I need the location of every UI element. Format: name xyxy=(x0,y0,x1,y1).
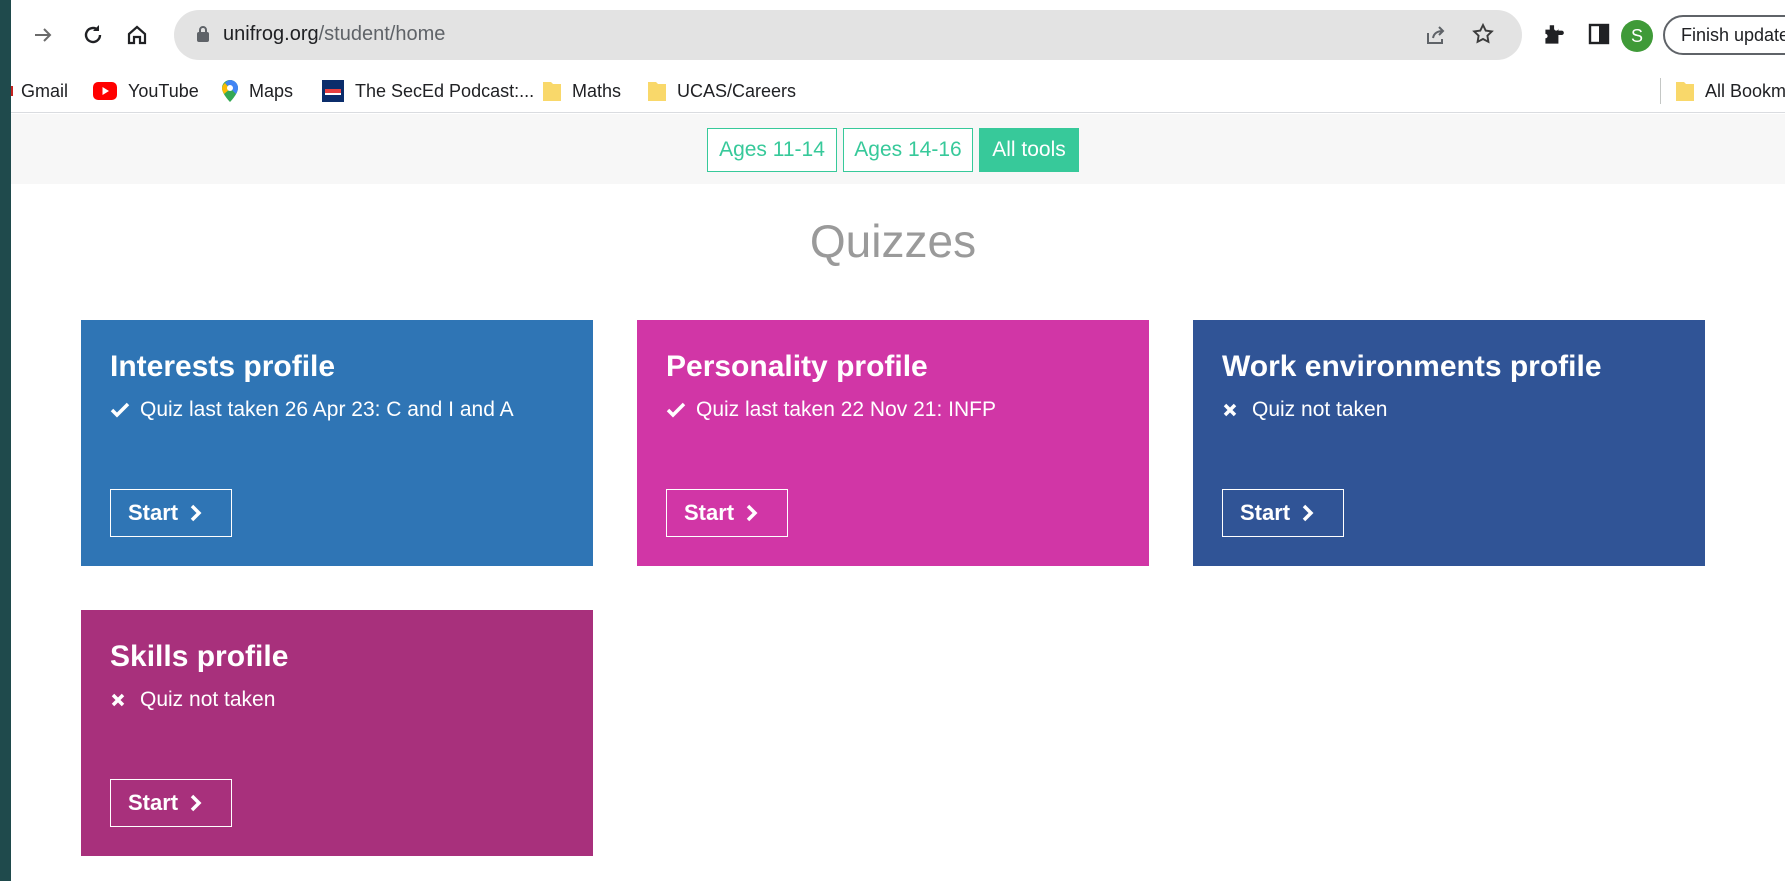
bookmark-label: Maths xyxy=(572,80,622,101)
youtube-icon xyxy=(93,82,117,100)
extensions-icon[interactable] xyxy=(1540,22,1566,53)
quiz-status-text: Quiz not taken xyxy=(1252,398,1388,421)
cross-icon xyxy=(110,692,140,708)
bookmark-ucas-careers[interactable]: UCAS/Careers xyxy=(648,76,796,106)
share-icon[interactable] xyxy=(1424,23,1448,52)
cross-icon xyxy=(1222,402,1252,418)
home-icon[interactable] xyxy=(124,22,150,48)
start-button[interactable]: Start xyxy=(1222,489,1344,537)
bookmark-label: The SecEd Podcast:... xyxy=(355,80,535,101)
quiz-status-text: Quiz last taken 22 Nov 21: INFP xyxy=(696,398,996,421)
quiz-title: Skills profile xyxy=(110,640,289,673)
folder-icon xyxy=(543,80,561,102)
bookmark-label: Maps xyxy=(249,80,294,101)
bookmark-gmail[interactable]: Gmail xyxy=(11,76,68,106)
start-button[interactable]: Start xyxy=(110,489,232,537)
url-text[interactable]: unifrog.org/student/home xyxy=(223,23,445,46)
start-button-label: Start xyxy=(684,500,735,525)
side-panel-icon[interactable] xyxy=(1587,22,1611,51)
forward-icon[interactable] xyxy=(30,22,56,48)
bookmark-label: YouTube xyxy=(128,80,199,101)
start-button-label: Start xyxy=(128,500,179,525)
seced-icon xyxy=(322,80,344,102)
browser-window: unifrog.org/student/home S Finish update… xyxy=(11,0,1785,881)
filter-ages-11-14[interactable]: Ages 11-14 xyxy=(707,128,837,172)
quiz-status: Quiz last taken 22 Nov 21: INFP xyxy=(666,398,996,422)
bookmarks-bar: Gmail YouTube Maps The SecEd Podcast:...… xyxy=(11,72,1785,113)
quiz-card-interests: Interests profile Quiz last taken 26 Apr… xyxy=(81,320,593,566)
chevron-right-icon xyxy=(190,794,202,812)
chevron-right-icon xyxy=(746,504,758,522)
bookmarks-divider xyxy=(1660,78,1661,104)
check-icon xyxy=(666,402,696,418)
reload-icon[interactable] xyxy=(80,22,106,48)
lock-icon[interactable] xyxy=(196,25,210,48)
bookmark-label: All Bookmarks xyxy=(1705,80,1785,101)
quiz-card-work-environments: Work environments profile Quiz not taken… xyxy=(1193,320,1705,566)
bookmark-maths[interactable]: Maths xyxy=(543,76,621,106)
quiz-status: Quiz last taken 26 Apr 23: C and I and A xyxy=(110,398,514,422)
check-icon xyxy=(110,402,140,418)
quiz-status: Quiz not taken xyxy=(1222,398,1387,422)
finish-update-button[interactable]: Finish update xyxy=(1663,15,1785,55)
browser-toolbar: unifrog.org/student/home S Finish update xyxy=(11,0,1785,72)
quiz-status-text: Quiz last taken 26 Apr 23: C and I and A xyxy=(140,398,514,421)
bookmark-seced[interactable]: The SecEd Podcast:... xyxy=(322,76,534,106)
folder-icon xyxy=(648,80,666,102)
all-bookmarks[interactable]: All Bookmarks xyxy=(1676,76,1785,106)
start-button[interactable]: Start xyxy=(666,489,788,537)
filter-all-tools[interactable]: All tools xyxy=(979,128,1079,172)
bookmark-youtube[interactable]: YouTube xyxy=(93,76,199,106)
chevron-right-icon xyxy=(190,504,202,522)
quiz-title: Work environments profile xyxy=(1222,350,1602,383)
quiz-title: Interests profile xyxy=(110,350,336,383)
page-title: Quizzes xyxy=(809,215,977,267)
filter-ages-14-16[interactable]: Ages 14-16 xyxy=(843,128,973,172)
bookmark-label: Gmail xyxy=(21,80,69,101)
bookmark-maps[interactable]: Maps xyxy=(222,76,293,106)
quiz-status-text: Quiz not taken xyxy=(140,688,276,711)
address-bar[interactable]: unifrog.org/student/home xyxy=(174,10,1522,60)
start-button[interactable]: Start xyxy=(110,779,232,827)
age-filter-bar: Ages 11-14 Ages 14-16 All tools xyxy=(11,114,1785,184)
maps-icon xyxy=(222,80,238,102)
bookmark-label: UCAS/Careers xyxy=(677,80,797,101)
gmail-icon xyxy=(11,84,15,98)
quiz-title: Personality profile xyxy=(666,350,928,383)
start-button-label: Start xyxy=(1240,500,1291,525)
folder-icon xyxy=(1676,80,1694,102)
quiz-status: Quiz not taken xyxy=(110,688,275,712)
quiz-card-skills: Skills profile Quiz not taken Start xyxy=(81,610,593,856)
chevron-right-icon xyxy=(1302,504,1314,522)
profile-avatar[interactable]: S xyxy=(1621,20,1653,52)
bookmark-star-icon[interactable] xyxy=(1471,22,1495,51)
start-button-label: Start xyxy=(128,790,179,815)
quiz-card-personality: Personality profile Quiz last taken 22 N… xyxy=(637,320,1149,566)
